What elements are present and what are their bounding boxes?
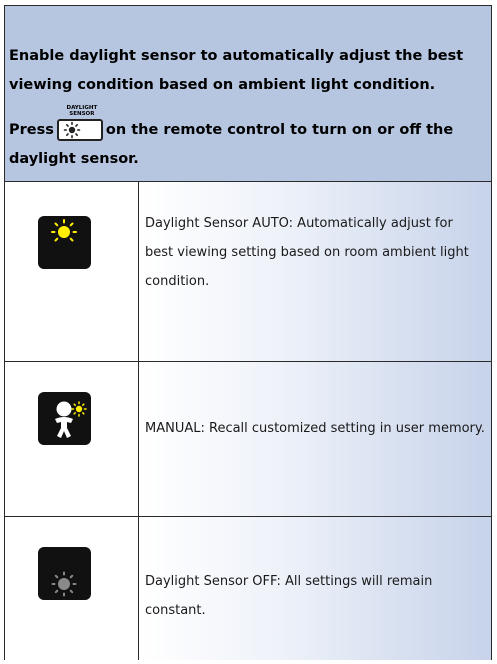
icon-cell [5, 517, 139, 660]
row-description: Daylight Sensor AUTO: Automatically adju… [145, 216, 469, 289]
intro-panel: Enable daylight sensor to automatically … [5, 6, 491, 182]
person-sun-moon-manual-icon [38, 392, 91, 449]
description-cell: MANUAL: Recall customized setting in use… [139, 362, 491, 516]
icon-cell [5, 362, 139, 516]
press-label: Press [9, 122, 54, 138]
document-frame: Enable daylight sensor to automatically … [4, 5, 492, 660]
sun-moon-icon [63, 121, 92, 139]
description-cell: Daylight Sensor AUTO: Automatically adju… [139, 182, 491, 361]
intro-text: Enable daylight sensor to automatically … [9, 48, 464, 93]
icon-cell [5, 182, 139, 361]
row-description: Daylight Sensor OFF: All settings will r… [145, 574, 433, 618]
table-row-auto: Daylight Sensor AUTO: Automatically adju… [5, 182, 491, 362]
sun-moon-off-icon [38, 547, 91, 604]
table-row-manual: MANUAL: Recall customized setting in use… [5, 362, 491, 517]
description-cell: Daylight Sensor OFF: All settings will r… [139, 517, 491, 660]
daylight-sensor-remote-button: DAYLIGHT SENSOR [56, 105, 103, 141]
remote-button-caption: DAYLIGHT SENSOR [66, 105, 98, 117]
sun-moon-auto-icon [38, 216, 91, 273]
intro-instruction: Press DAYLIGHT SENSOR on the remote contr… [9, 105, 487, 174]
row-description: MANUAL: Recall customized setting in use… [145, 421, 485, 436]
table-row-off: Daylight Sensor OFF: All settings will r… [5, 517, 491, 660]
